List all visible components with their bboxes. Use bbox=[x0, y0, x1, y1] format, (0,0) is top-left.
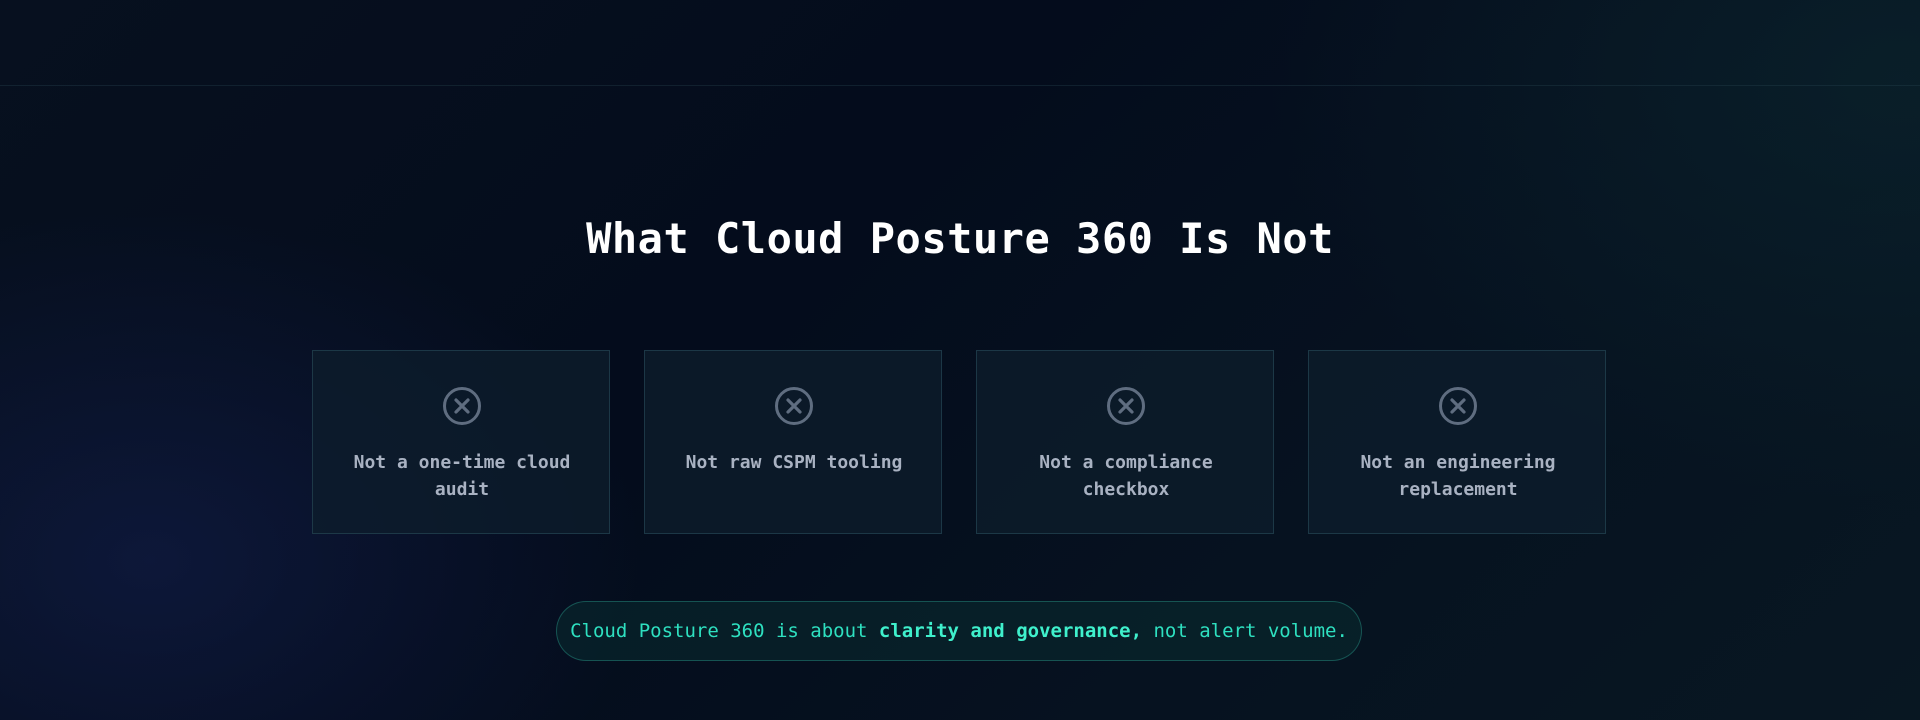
note-text-after: not alert volume. bbox=[1142, 620, 1348, 642]
not-section: What Cloud Posture 360 Is Not Not a one-… bbox=[0, 86, 1920, 720]
not-card-text: Not raw CSPM tooling bbox=[685, 452, 903, 473]
not-card: Not an engineering replacement bbox=[1308, 350, 1606, 534]
not-cards-grid: Not a one-time cloud audit Not raw CSPM … bbox=[312, 350, 1608, 536]
x-circle-icon bbox=[1439, 387, 1477, 425]
x-circle-icon bbox=[1107, 387, 1145, 425]
not-card: Not a compliance checkbox bbox=[976, 350, 1274, 534]
not-card-text: Not a one-time cloud audit bbox=[353, 452, 571, 500]
top-navigation-bar bbox=[0, 0, 1920, 86]
not-card: Not a one-time cloud audit bbox=[312, 350, 610, 534]
section-title: What Cloud Posture 360 Is Not bbox=[586, 214, 1334, 263]
note-text-emphasis: clarity and governance, bbox=[878, 620, 1143, 642]
not-card-text: Not an engineering replacement bbox=[1360, 452, 1556, 500]
x-circle-icon bbox=[775, 387, 813, 425]
note-text-before: Cloud Posture 360 is about bbox=[570, 620, 879, 642]
not-card-text: Not a compliance checkbox bbox=[1039, 452, 1213, 500]
not-card: Not raw CSPM tooling bbox=[644, 350, 942, 534]
x-circle-icon bbox=[443, 387, 481, 425]
summary-note-pill: Cloud Posture 360 is about clarity and g… bbox=[556, 601, 1362, 661]
